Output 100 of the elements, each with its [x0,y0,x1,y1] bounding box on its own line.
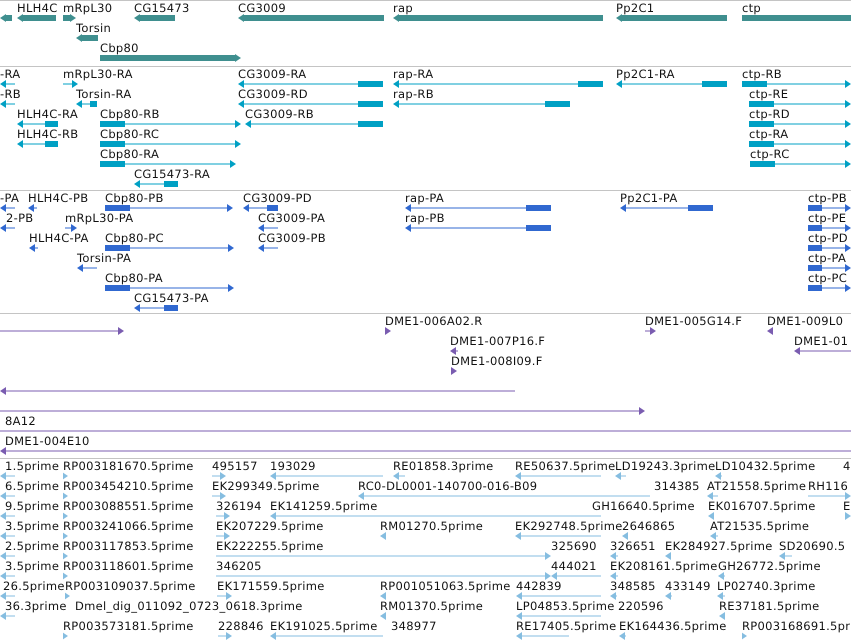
feature-label: CG3009-PB [258,232,326,245]
feature-label: ctp-PC [808,272,848,285]
feature-label: rap [393,2,413,15]
feature-label: Cbp80-PA [105,272,163,285]
feature-label: ctp [742,2,762,15]
feature-label: 348585 [610,580,656,593]
feature-label: 348977 [391,620,437,633]
feature-label: EK292748.5prime [515,520,623,533]
feature-label: rap-PB [405,212,445,225]
feature-label: 326651 [610,540,656,553]
feature-label: DME1-01 [794,335,848,348]
feature-label: RH116 [808,480,848,493]
feature-label: CG3009-RB [245,108,314,121]
feature-label: ctp-PA [808,252,846,265]
feature-label: ctp-RB [742,68,782,81]
feature-label: GH16640.5prime [592,500,695,513]
feature-label: 2-PB [6,212,34,225]
feature-label: -RA [0,68,20,81]
feature-label: ctp-RC [750,148,790,161]
feature-label: CG15473-RA [134,168,210,181]
feature-label: 433149 [665,580,711,593]
feature-label: rap-RB [393,88,434,101]
feature-label: DME1-007P16.F [450,335,546,348]
feature-label: Cbp80 [100,42,139,55]
feature-label: CG3009-PA [258,212,326,225]
feature-label: HLH4C-PA [29,232,89,245]
feature-label: LD10432.5prime [715,460,816,473]
feature-label: 495157 [212,460,258,473]
feature-label: 193029 [270,460,316,473]
feature-label: EK141259.5prime [270,500,378,513]
feature-label: EK171559.5prime [217,580,325,593]
feature-label: Torsin-RA [76,88,132,101]
feature-label: Dmel_dig_011092_0723_0618.3prime [75,600,303,613]
feature-label: EK191025.5prime [270,620,378,633]
feature-label: 2646865 [622,520,676,533]
feature-label: RM01270.5prime [380,520,484,533]
feature-label: RP003168691.5pr [742,620,850,633]
feature-label: RP003241066.5prime [63,520,194,533]
feature-label: 220596 [618,600,664,613]
feature-label: EK284927.5prime [665,540,773,553]
feature-label: 26.5prime [3,580,65,593]
feature-label: 325690 [551,540,597,553]
feature-label: CG15473 [134,2,190,15]
feature-label: DME1-008I09.F [451,355,543,368]
feature-label: AT21535.5prime [710,520,810,533]
feature-label: mRpL30 [63,2,112,15]
feature-label: RE37181.5prime [719,600,820,613]
feature-label: 314385 [654,480,700,493]
feature-label: 3.5prime [5,520,60,533]
feature-label: DME1-004E10 [5,435,90,448]
feature-label: RP003573181.5prime [63,620,194,633]
feature-label: Pp2C1 [616,2,654,15]
feature-label: ctp-RA [749,128,788,141]
feature-label: EK299349.5prime [212,480,320,493]
feature-label: CG15473-PA [134,292,209,305]
feature-label: ctp-PE [808,212,846,225]
feature-label: Cbp80-PC [105,232,164,245]
feature-label: 346205 [216,560,262,573]
feature-label: Torsin-PA [77,252,132,265]
feature-label: EK207229.5prime [216,520,324,533]
feature-label: LP04853.5prime [516,600,615,613]
feature-label: RE01858.3prime [393,460,494,473]
feature-label: RC0-DL0001-140700-016-B09 [358,480,538,493]
feature-label: RE50637.5prime [515,460,616,473]
feature-label: 9.5prime [5,500,60,513]
feature-label: AT21558.5prime [707,480,806,493]
feature-label: EK164436.5prime [619,620,727,633]
feature-label: 228846 [218,620,264,633]
feature-label: Cbp80-RC [100,128,160,141]
feature-label: Pp2C1-RA [616,68,675,81]
feature-label: Cbp80-RB [100,108,160,121]
feature-label: LD19243.3prime [615,460,716,473]
feature-label: RP003117853.5prime [63,540,194,553]
feature-label: RP001051063.5prime [380,580,511,593]
feature-label: HLH4C-RA [17,108,78,121]
feature-label: HLH4C-RB [17,128,78,141]
feature-label: HLH4C [17,2,58,15]
feature-label: CG3009 [238,2,286,15]
feature-label: EK016707.5prime [708,500,816,513]
feature-label: 8A12 [5,415,36,428]
feature-label: DME1-005G14.F [645,315,742,328]
feature-label: 1.5prime [5,460,60,473]
feature-label: LP02740.3prime [717,580,816,593]
feature-label: -PA [0,192,20,205]
feature-label: EK222255.5prime [216,540,324,553]
feature-label: ctp-PB [808,192,847,205]
feature-label: RP003088551.5prime [63,500,194,513]
feature-label: 2.5prime [5,540,60,553]
feature-label: 444021 [551,560,597,573]
feature-label: ctp-RD [749,108,790,121]
feature-label: RP003181670.5prime [63,460,194,473]
feature-label: 6.5prime [5,480,60,493]
feature-label: DME1-006A02.R [385,315,483,328]
feature-label: 4 [843,460,851,473]
feature-label: EK208161.5prime [610,560,718,573]
feature-label: CG3009-RA [238,68,306,81]
feature-label: CG3009-PD [243,192,312,205]
feature-label: Pp2C1-PA [620,192,678,205]
feature-label: HLH4C-PB [28,192,88,205]
feature-label: 3.5prime [5,560,60,573]
